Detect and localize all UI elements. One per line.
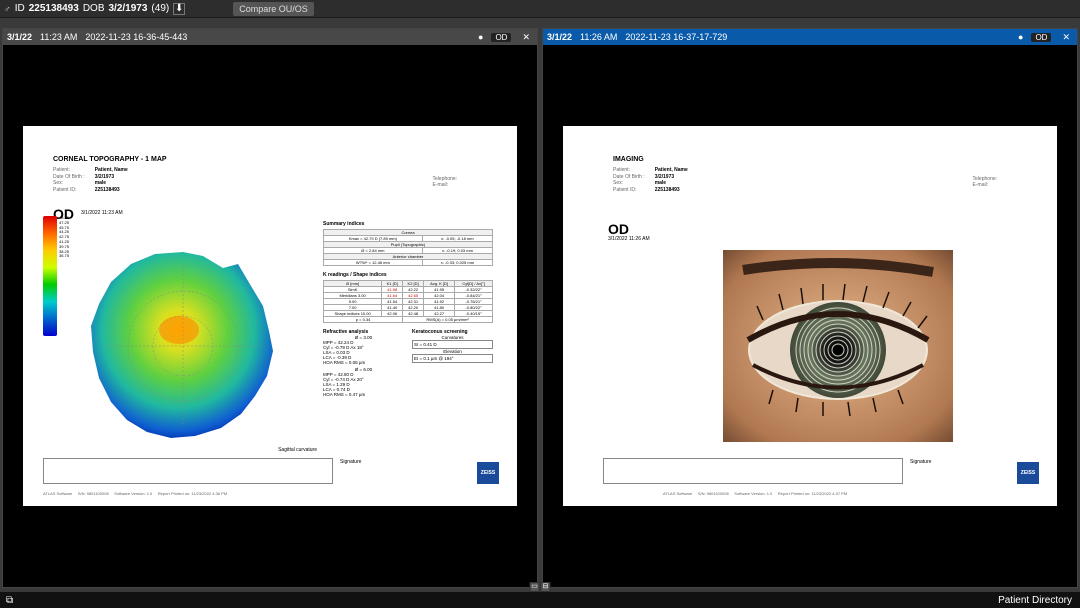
lbl-email: E-mail:: [973, 182, 997, 188]
split-icons[interactable]: ▭⊟: [530, 582, 551, 592]
report-title: IMAGING: [613, 156, 1047, 163]
color-scale: [43, 216, 57, 336]
download-icon[interactable]: ⬇: [173, 3, 185, 15]
close-icon[interactable]: ✕: [519, 32, 533, 43]
eye-chip: OD: [1031, 33, 1051, 42]
eye-photo: [723, 250, 953, 442]
summary-hdr: Summary indices: [323, 221, 364, 227]
pane-file: 2022-11-23 16-36-45-443: [85, 32, 187, 42]
val-patient: Patient, Name: [95, 167, 128, 174]
patient-age: (49): [151, 3, 169, 14]
topography-map: [83, 246, 283, 446]
dot-icon: ●: [478, 32, 483, 42]
zeiss-logo: ZEISS: [1017, 462, 1039, 484]
scale-labels: 48.7547.2545.75 44.2542.7541.25 39.7538.…: [59, 216, 69, 259]
kread-hdr: K readings / Shape indices: [323, 272, 387, 278]
comment-box: [603, 458, 903, 484]
patient-directory-link[interactable]: Patient Directory: [998, 595, 1072, 606]
eye-label: OD: [608, 221, 629, 237]
report-page-topography: CORNEAL TOPOGRAPHY - 1 MAP Patient: Date…: [23, 126, 517, 506]
eye-chip: OD: [491, 33, 511, 42]
right-pane-header[interactable]: 3/1/22 11:26 AM 2022-11-23 16-37-17-729 …: [543, 29, 1077, 45]
lbl-pid: Patient ID:: [53, 187, 85, 194]
right-pane: 3/1/22 11:26 AM 2022-11-23 16-37-17-729 …: [542, 28, 1078, 588]
report-footer: ATLAS Software S/N: 9801100008 Software …: [663, 491, 847, 496]
id-label: ID: [15, 3, 25, 14]
patient-id[interactable]: 225138493: [29, 3, 79, 14]
left-viewport[interactable]: CORNEAL TOPOGRAPHY - 1 MAP Patient: Date…: [3, 45, 537, 587]
eye-timestamp: 3/1/2022 11:23 AM: [81, 210, 123, 216]
left-pane-header[interactable]: 3/1/22 11:23 AM 2022-11-23 16-36-45-443 …: [3, 29, 537, 45]
pane-date: 3/1/22: [7, 32, 32, 42]
compare-button[interactable]: Compare OU/OS: [233, 2, 314, 16]
val-patient: Patient, Name: [655, 167, 688, 174]
left-pane: 3/1/22 11:23 AM 2022-11-23 16-36-45-443 …: [2, 28, 538, 588]
pane-time: 11:23 AM: [40, 32, 77, 42]
lbl-email: E-mail:: [433, 182, 457, 188]
pane-file: 2022-11-23 16-37-17-729: [625, 32, 727, 42]
eye-timestamp: 3/1/2022 11:26 AM: [608, 236, 650, 242]
window-icon[interactable]: ⧉: [6, 595, 13, 606]
right-viewport[interactable]: IMAGING Patient: Date Of Birth : Sex: Pa…: [543, 45, 1077, 587]
dot-icon: ●: [1018, 32, 1023, 42]
sagittal-label: Sagittal curvature: [278, 447, 317, 453]
dob-label: DOB: [83, 3, 105, 14]
val-pid: 225138493: [95, 187, 128, 194]
bottom-bar: ⧉ Patient Directory: [0, 592, 1080, 608]
report-page-imaging: IMAGING Patient: Date Of Birth : Sex: Pa…: [563, 126, 1057, 506]
zeiss-logo: ZEISS: [477, 462, 499, 484]
report-title: CORNEAL TOPOGRAPHY - 1 MAP: [53, 156, 507, 163]
pane-date: 3/1/22: [547, 32, 572, 42]
pane-time: 11:26 AM: [580, 32, 617, 42]
signature-box: Signature: [909, 458, 1009, 484]
report-footer: ATLAS Software S/N: 9801100008 Software …: [43, 491, 227, 496]
lbl-pid: Patient ID:: [613, 187, 645, 194]
signature-box: Signature: [339, 458, 469, 484]
topbar: ♂ ID 225138493 DOB 3/2/1973 (49) ⬇ Compa…: [0, 0, 1080, 18]
comment-box: [43, 458, 333, 484]
val-pid: 225138493: [655, 187, 688, 194]
close-icon[interactable]: ✕: [1059, 32, 1073, 43]
toolbar-spacer: [0, 18, 1080, 28]
data-panel: Summary indices Cornea Kmax = 42.79 D (7…: [323, 221, 493, 397]
document-area: 3/1/22 11:23 AM 2022-11-23 16-36-45-443 …: [0, 28, 1080, 588]
patient-dob: 3/2/1973: [108, 3, 147, 14]
gender-male-icon: ♂: [4, 4, 11, 14]
